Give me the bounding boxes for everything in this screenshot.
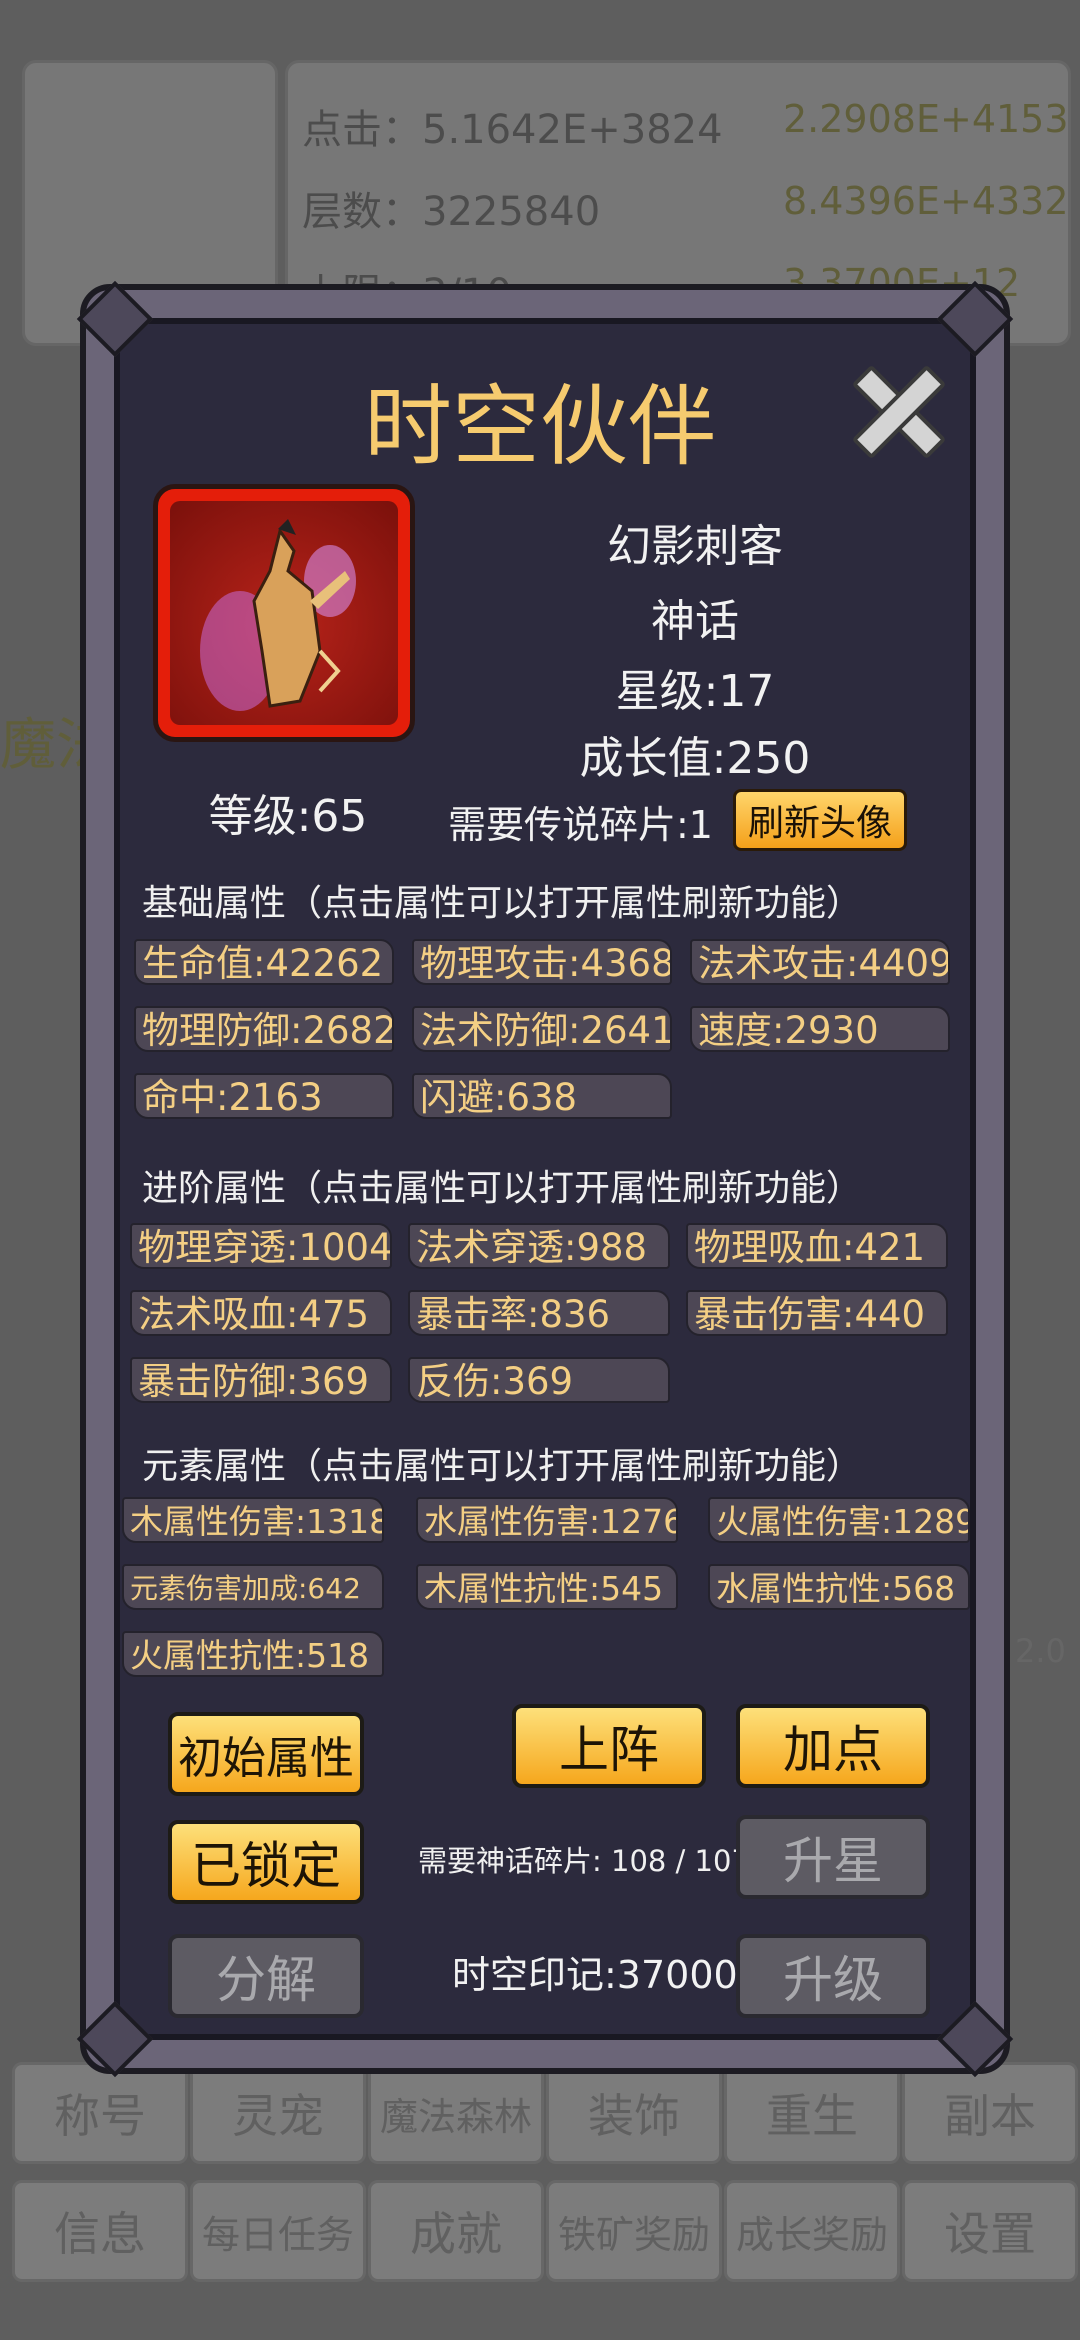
attr-crit-def[interactable]: 暴击防御:369: [130, 1357, 392, 1403]
attr-phys-lifesteal[interactable]: 物理吸血:421: [686, 1223, 948, 1269]
attr-magic-pen[interactable]: 法术穿透:988: [408, 1223, 670, 1269]
hero-name: 幻影刺客: [607, 521, 783, 572]
hero-growth: 成长值:250: [579, 733, 811, 784]
attr-hit[interactable]: 命中:2163: [134, 1073, 394, 1119]
attr-water-dmg[interactable]: 水属性伤害:1276: [416, 1497, 678, 1543]
star-up-button[interactable]: 升星: [736, 1815, 930, 1899]
attr-dodge[interactable]: 闪避:638: [412, 1073, 672, 1119]
attr-element-bonus[interactable]: 元素伤害加成:642: [122, 1564, 384, 1610]
hero-rarity: 神话: [651, 596, 739, 647]
attr-speed[interactable]: 速度:2930: [690, 1006, 950, 1052]
deploy-button[interactable]: 上阵: [512, 1704, 706, 1788]
attr-magic-lifesteal[interactable]: 法术吸血:475: [130, 1290, 392, 1336]
advanced-attrs-title: 进阶属性（点击属性可以打开属性刷新功能）: [142, 1168, 863, 1209]
attr-magic-atk[interactable]: 法术攻击:4409: [690, 939, 950, 985]
basic-attrs-title: 基础属性（点击属性可以打开属性刷新功能）: [142, 883, 863, 924]
add-points-button[interactable]: 加点: [736, 1704, 930, 1788]
hero-portrait[interactable]: [153, 484, 415, 742]
attr-fire-dmg[interactable]: 火属性伤害:1289: [708, 1497, 970, 1543]
attr-hp[interactable]: 生命值:42262: [134, 939, 394, 985]
attr-phys-pen[interactable]: 物理穿透:1004: [130, 1223, 392, 1269]
hero-stars: 星级:17: [615, 666, 775, 717]
locked-button[interactable]: 已锁定: [168, 1820, 364, 1904]
assassin-figure-icon: [200, 519, 356, 711]
attr-fire-res[interactable]: 火属性抗性:518: [122, 1631, 384, 1677]
close-button[interactable]: [850, 362, 947, 460]
attr-crit-rate[interactable]: 暴击率:836: [408, 1290, 670, 1336]
attr-wood-res[interactable]: 木属性抗性:545: [416, 1564, 678, 1610]
attr-crit-dmg[interactable]: 暴击伤害:440: [686, 1290, 948, 1336]
attr-phys-def[interactable]: 物理防御:2682: [134, 1006, 394, 1052]
attr-water-res[interactable]: 水属性抗性:568: [708, 1564, 970, 1610]
attr-reflect[interactable]: 反伤:369: [408, 1357, 670, 1403]
myth-shard-count: 需要神话碎片: 108 / 107: [418, 1844, 750, 1878]
hero-level: 等级:65: [208, 791, 368, 842]
attr-phys-atk[interactable]: 物理攻击:4368: [412, 939, 672, 985]
initial-attrs-button[interactable]: 初始属性: [168, 1712, 364, 1796]
legend-shard-need: 需要传说碎片:1: [448, 803, 713, 847]
decompose-button[interactable]: 分解: [168, 1934, 364, 2018]
refresh-avatar-button[interactable]: 刷新头像: [733, 789, 907, 851]
attr-magic-def[interactable]: 法术防御:2641: [412, 1006, 672, 1052]
attr-wood-dmg[interactable]: 木属性伤害:1318: [122, 1497, 384, 1543]
element-attrs-title: 元素属性（点击属性可以打开属性刷新功能）: [142, 1446, 863, 1487]
hero-image: [170, 501, 398, 725]
level-up-button[interactable]: 升级: [736, 1934, 930, 2018]
spacetime-mark: 时空印记:37000: [452, 1953, 738, 1997]
